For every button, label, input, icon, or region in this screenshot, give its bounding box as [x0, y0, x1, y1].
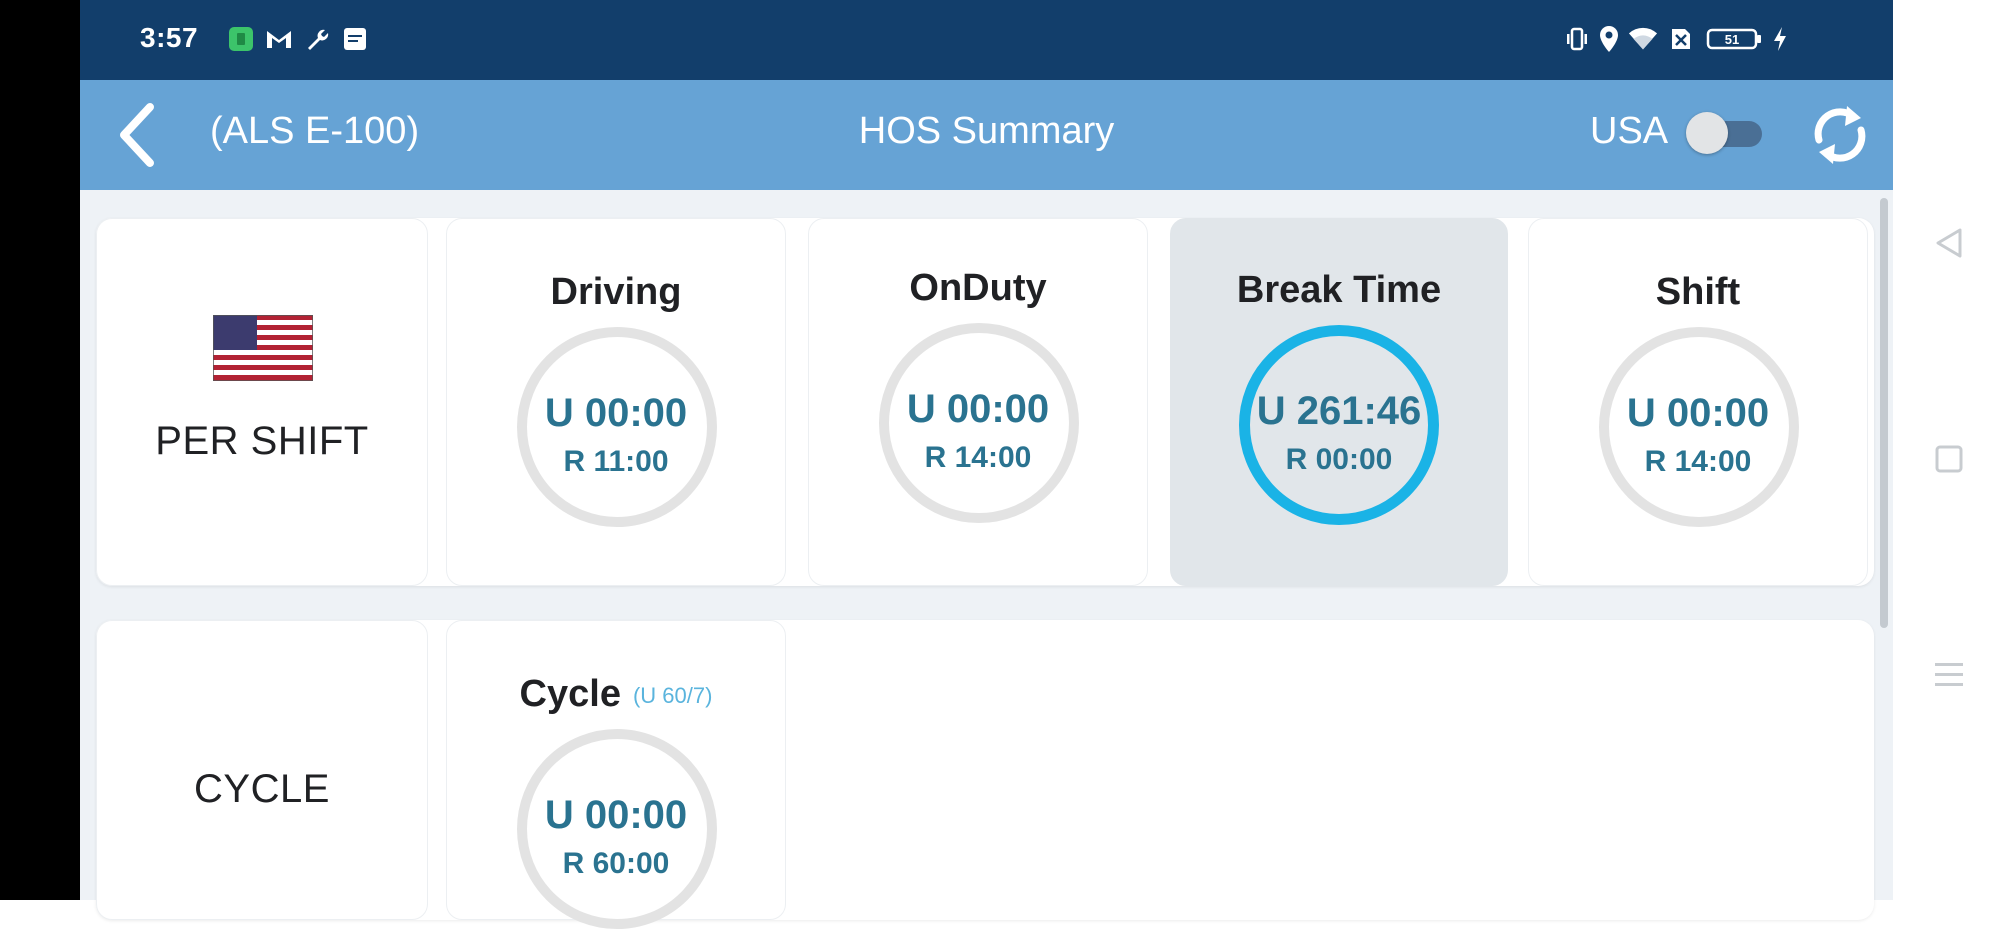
onduty-card[interactable]: OnDuty U 00:00 R 14:00	[808, 218, 1148, 586]
status-time: 3:57	[140, 22, 199, 53]
cycle-card[interactable]: Cycle (U 60/7) U 00:00 R 60:00	[446, 620, 786, 929]
app-bar: (ALS E-100) HOS Summary USA	[80, 80, 1893, 190]
nav-home-icon[interactable]	[1931, 441, 1967, 477]
cycle-row: CYCLE Cycle (U 60/7) U 00:00 R 60:00	[96, 620, 1874, 929]
region-toggle[interactable]	[1686, 112, 1766, 154]
card-title: Break Time	[1236, 269, 1442, 311]
left-bezel	[0, 0, 80, 900]
per-shift-summary-card: PER SHIFT	[96, 218, 428, 586]
no-sim-icon	[1666, 24, 1696, 54]
per-shift-label: PER SHIFT	[155, 419, 369, 463]
notification-app-icon	[226, 24, 256, 54]
remaining-time: R 11:00	[563, 445, 669, 478]
status-bar: 3:57 51	[80, 0, 1893, 80]
cycle-rule: (U 60/7)	[632, 682, 713, 708]
remaining-time: R 60:00	[562, 847, 670, 880]
region-label: USA	[1590, 110, 1669, 152]
content-area: PER SHIFT Driving U 00:00 R 11:00 OnDuty…	[80, 190, 1893, 929]
wrench-icon	[302, 24, 332, 54]
nav-back-icon[interactable]	[1931, 225, 1967, 261]
per-shift-row: PER SHIFT Driving U 00:00 R 11:00 OnDuty…	[96, 218, 1874, 586]
used-time: U 261:46	[1256, 389, 1422, 433]
vibrate-icon	[1562, 24, 1592, 54]
card-title: Driving	[550, 271, 682, 313]
used-time: U 00:00	[544, 793, 688, 837]
used-time: U 00:00	[1626, 391, 1770, 435]
charging-icon	[1770, 24, 1790, 54]
us-flag-icon	[213, 315, 313, 381]
location-icon	[1594, 24, 1624, 54]
card-title: Shift	[1655, 271, 1741, 313]
remaining-time: R 00:00	[1285, 443, 1393, 476]
refresh-button[interactable]	[1807, 102, 1873, 168]
battery-level: 51	[1725, 32, 1739, 47]
nav-recents-icon[interactable]	[1931, 656, 1967, 692]
scrollbar[interactable]	[1880, 198, 1888, 628]
battery-icon: 51	[1706, 24, 1764, 54]
cycle-label: CYCLE	[194, 767, 330, 811]
card-title: Cycle (U 60/7)	[447, 673, 785, 716]
cycle-title: Cycle	[519, 673, 621, 715]
toggle-knob	[1686, 112, 1728, 154]
used-time: U 00:00	[906, 387, 1050, 431]
driving-card[interactable]: Driving U 00:00 R 11:00	[446, 218, 786, 586]
remaining-time: R 14:00	[1644, 445, 1752, 478]
refresh-icon	[1814, 106, 1866, 164]
cycle-summary-card: CYCLE	[96, 620, 428, 920]
break-time-card[interactable]: Break Time U 261:46 R 00:00	[1170, 218, 1508, 586]
gmail-icon	[264, 24, 294, 54]
shift-card[interactable]: Shift U 00:00 R 14:00	[1528, 218, 1868, 586]
remaining-time: R 14:00	[924, 441, 1032, 474]
message-icon	[340, 24, 370, 54]
used-time: U 00:00	[544, 391, 688, 435]
wifi-icon	[1628, 24, 1658, 54]
card-title: OnDuty	[909, 267, 1047, 309]
